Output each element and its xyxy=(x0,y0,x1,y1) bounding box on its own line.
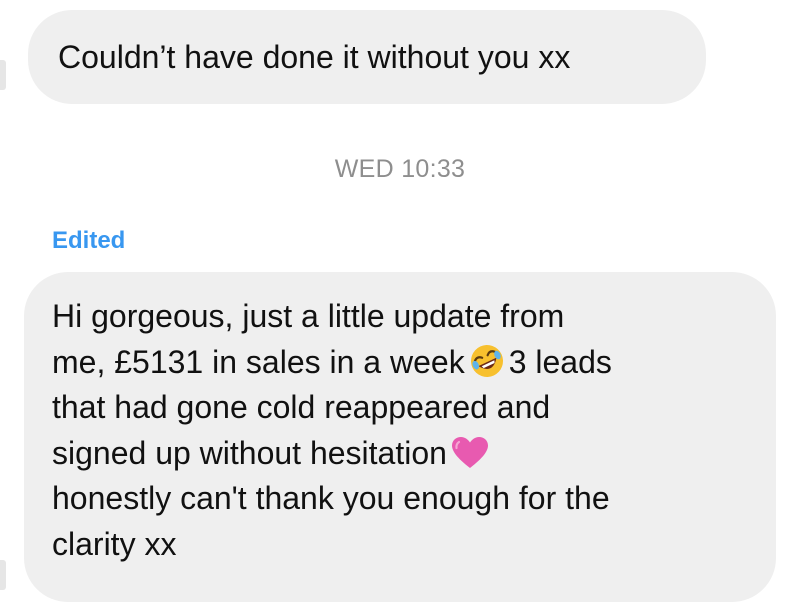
message-line: honestly can't thank you enough for the xyxy=(52,480,610,516)
message-text-fragment: 3 leads xyxy=(508,343,612,380)
message-text-fragment: me, £5131 in sales in a week xyxy=(52,343,465,380)
pink-heart-emoji-icon xyxy=(451,436,489,470)
previous-message-edge xyxy=(0,60,6,90)
rolling-on-floor-laughing-emoji-icon xyxy=(469,343,505,379)
message-line: that had gone cold reappeared and xyxy=(52,389,551,425)
message-bubble[interactable]: Couldn’t have done it without you xx xyxy=(28,10,706,104)
message-timestamp: WED 10:33 xyxy=(334,155,466,183)
chat-thread: Couldn’t have done it without you xx WED… xyxy=(0,0,800,615)
message-line: me, £5131 in sales in a week 3 leads xyxy=(52,340,752,386)
message-text-fragment: signed up without hesitation xyxy=(52,434,447,471)
message-line: Hi gorgeous, just a little update from xyxy=(52,298,565,334)
message-bubble-edited[interactable]: Hi gorgeous, just a little update from m… xyxy=(24,272,776,602)
previous-message-edge xyxy=(0,560,6,590)
message-line: signed up without hesitation xyxy=(52,431,752,477)
message-line: clarity xx xyxy=(52,525,177,562)
edited-label[interactable]: Edited xyxy=(52,226,125,256)
message-text: Couldn’t have done it without you xx xyxy=(58,39,571,75)
